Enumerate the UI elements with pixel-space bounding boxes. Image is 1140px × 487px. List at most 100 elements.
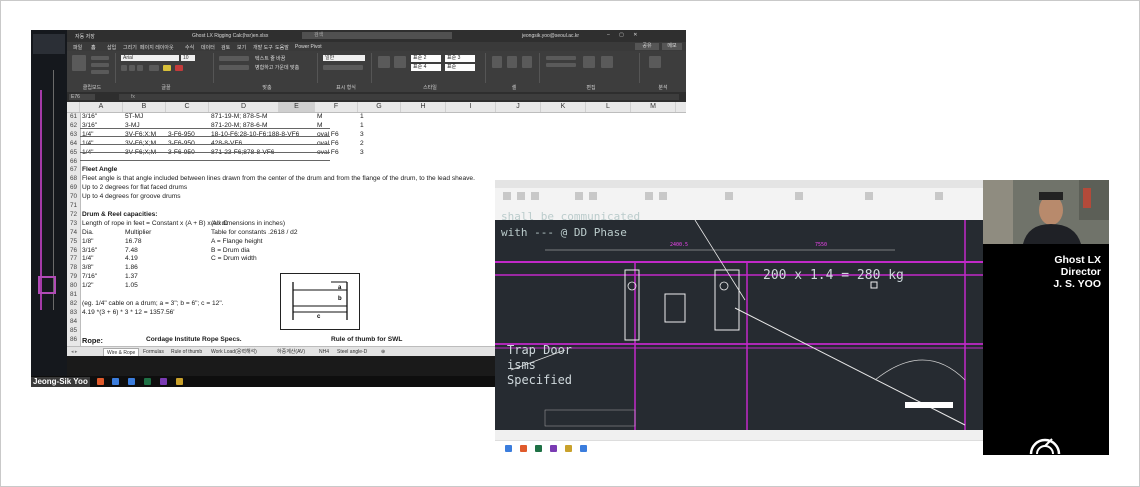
cell[interactable]: 3/16" [82, 113, 97, 120]
italic-icon[interactable] [129, 65, 135, 71]
row-header[interactable]: 83 [67, 309, 80, 316]
cell[interactable]: Multiplier [125, 229, 151, 236]
align-left-icon[interactable] [219, 65, 249, 70]
taskbar-app-icon[interactable] [520, 445, 527, 452]
style-normal-2[interactable]: 표준 2 [411, 55, 441, 62]
tab-power-pivot[interactable]: Power Pivot [295, 44, 322, 50]
cell[interactable]: 3/8" [82, 264, 94, 271]
row-header[interactable]: 78 [67, 264, 80, 271]
taskbar-app-icon[interactable] [580, 445, 587, 452]
style-normal[interactable]: 표준 [445, 64, 475, 71]
cell[interactable]: Rope: [82, 336, 103, 345]
row-header[interactable]: 67 [67, 166, 80, 173]
row-header[interactable]: 65 [67, 149, 80, 156]
row-header[interactable]: 73 [67, 220, 80, 227]
row-header[interactable]: 71 [67, 202, 80, 209]
column-header-i[interactable]: I [446, 102, 496, 112]
row-header[interactable]: 82 [67, 300, 80, 307]
cell[interactable]: 3 [360, 149, 364, 156]
column-header-l[interactable]: L [586, 102, 631, 112]
cell[interactable]: 3/16" [82, 247, 97, 254]
format-cells-icon[interactable] [522, 56, 532, 68]
cell[interactable]: Fleet angle is that angle included betwe… [82, 175, 475, 182]
font-color-icon[interactable] [175, 65, 183, 71]
column-header-c[interactable]: C [166, 102, 209, 112]
find-select-icon[interactable] [601, 56, 613, 68]
account-name[interactable]: jeongsik.yoo@seoul.ac.kr [522, 33, 579, 39]
row-header[interactable]: 75 [67, 238, 80, 245]
format-painter-icon[interactable] [91, 70, 109, 74]
cell[interactable]: Up to 4 degrees for groove drums [82, 193, 181, 200]
cad-tool-icon[interactable] [935, 192, 943, 200]
select-all-corner[interactable] [67, 102, 80, 112]
cad-tool-icon[interactable] [795, 192, 803, 200]
column-header-j[interactable]: J [496, 102, 541, 112]
window-controls[interactable]: – ▢ ✕ [607, 32, 641, 38]
cell[interactable]: 1 [360, 122, 364, 129]
autosum-icon[interactable] [546, 56, 576, 60]
cell[interactable]: 16.78 [125, 238, 142, 245]
cell[interactable]: B = Drum dia [211, 247, 250, 254]
row-header[interactable]: 76 [67, 247, 80, 254]
row-header[interactable]: 84 [67, 318, 80, 325]
cell[interactable]: 871-19-M; 878-5-M [211, 113, 267, 120]
number-format-select[interactable]: 일반 [323, 55, 365, 61]
tab-draw[interactable]: 그리기 [123, 44, 137, 51]
formula-input[interactable]: fx [119, 94, 679, 100]
taskbar-excel-icon[interactable] [144, 378, 151, 385]
tab-view[interactable]: 보기 [237, 44, 246, 51]
cell[interactable]: M [317, 113, 323, 120]
copy-icon[interactable] [91, 63, 109, 67]
cell[interactable]: 1.05 [125, 282, 138, 289]
border-icon[interactable] [149, 65, 159, 71]
cell[interactable]: A = Flange height [211, 238, 263, 245]
column-header-d[interactable]: D [209, 102, 279, 112]
cad-tool-icon[interactable] [865, 192, 873, 200]
conditional-format-icon[interactable] [378, 56, 390, 68]
column-header-h[interactable]: H [401, 102, 446, 112]
taskbar-app-icon[interactable] [505, 445, 512, 452]
cell[interactable]: 7.48 [125, 247, 138, 254]
search-box[interactable]: 검색 [302, 32, 452, 39]
tab-review[interactable]: 검토 [221, 44, 230, 51]
cut-icon[interactable] [91, 56, 109, 60]
tab-file[interactable]: 파일 [73, 44, 82, 51]
cell[interactable]: 1/8" [82, 238, 94, 245]
cell[interactable]: Fleet Angle [82, 166, 117, 173]
cell[interactable]: Up to 2 degrees for flat faced drums [82, 184, 187, 191]
comment-button[interactable]: 메모 [662, 43, 682, 50]
cell[interactable]: Cordage Institute Rope Specs. [146, 336, 242, 343]
cell[interactable]: Rule of thumb for SWL [331, 336, 402, 343]
tab-help[interactable]: 도움말 [275, 44, 289, 51]
row-header[interactable]: 63 [67, 131, 80, 138]
cell[interactable]: Table for constants .2618 / d2 [211, 229, 298, 236]
wrap-text-button[interactable]: 텍스트 줄 바꿈 [255, 55, 285, 62]
taskbar-app-icon[interactable] [535, 445, 542, 452]
row-header[interactable]: 61 [67, 113, 80, 120]
sheet-tab-steel-angle[interactable]: Steel angle-D [337, 348, 367, 356]
column-header-a[interactable]: A [80, 102, 123, 112]
cell[interactable]: (eg. 1/4" cable on a drum; a = 3"; b = 6… [82, 300, 224, 307]
row-header[interactable]: 72 [67, 211, 80, 218]
sheet-tab-load-calc[interactable]: 하중계산(AV) [277, 348, 305, 356]
row-header[interactable]: 77 [67, 255, 80, 262]
sheet-tab-formulas[interactable]: Formulas [143, 348, 164, 356]
cell[interactable]: 4.19 [125, 255, 138, 262]
column-header-f[interactable]: F [315, 102, 358, 112]
taskbar-app-icon[interactable] [176, 378, 183, 385]
cad-tool-icon[interactable] [503, 192, 511, 200]
cad-drawing-area[interactable]: shall be communicated with --- @ DD Phas… [495, 210, 983, 430]
row-header[interactable]: 86 [67, 336, 80, 343]
taskbar-app-icon[interactable] [97, 378, 104, 385]
taskbar-app-icon[interactable] [112, 378, 119, 385]
taskbar-app-icon[interactable] [160, 378, 167, 385]
cell[interactable]: 1 [360, 113, 364, 120]
row-header[interactable]: 79 [67, 273, 80, 280]
bold-icon[interactable] [121, 65, 127, 71]
row-header[interactable]: 70 [67, 193, 80, 200]
font-name-select[interactable]: Arial [121, 55, 179, 61]
style-normal-4[interactable]: 표준 4 [411, 64, 441, 71]
tab-data[interactable]: 데이터 [201, 44, 215, 51]
taskbar-app-icon[interactable] [565, 445, 572, 452]
tab-developer[interactable]: 개발 도구 [253, 44, 273, 51]
